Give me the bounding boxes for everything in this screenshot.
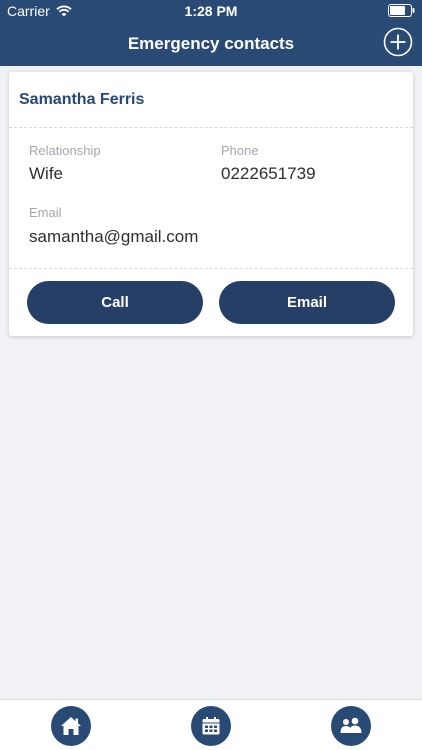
call-button[interactable]: Call [27, 281, 203, 324]
tab-contacts[interactable] [331, 706, 371, 746]
relationship-value: Wife [29, 164, 63, 183]
people-icon [340, 717, 362, 733]
tab-bar [0, 699, 422, 750]
email-label: Email [29, 205, 62, 220]
card-divider-bottom [9, 268, 413, 269]
contact-name: Samantha Ferris [19, 91, 145, 108]
battery-icon [388, 4, 415, 17]
email-button[interactable]: Email [219, 281, 395, 324]
home-icon [61, 717, 81, 735]
phone-value: 0222651739 [221, 164, 316, 183]
status-bar: Carrier 1:28 PM [0, 0, 422, 22]
tab-home[interactable] [51, 706, 91, 746]
app-header: Carrier 1:28 PM Emergency contacts [0, 0, 422, 66]
tab-calendar[interactable] [191, 706, 231, 746]
calendar-icon [202, 717, 220, 735]
plus-circle-icon [383, 27, 413, 57]
phone-label: Phone [221, 143, 259, 158]
contact-card: Samantha Ferris Relationship Wife Phone … [9, 72, 413, 336]
relationship-label: Relationship [29, 143, 101, 158]
email-value: samantha@gmail.com [29, 227, 199, 246]
page-title: Emergency contacts [127, 34, 295, 53]
add-contact-button[interactable] [383, 27, 413, 57]
card-divider-top [9, 127, 413, 128]
status-time: 1:28 PM [184, 3, 238, 19]
